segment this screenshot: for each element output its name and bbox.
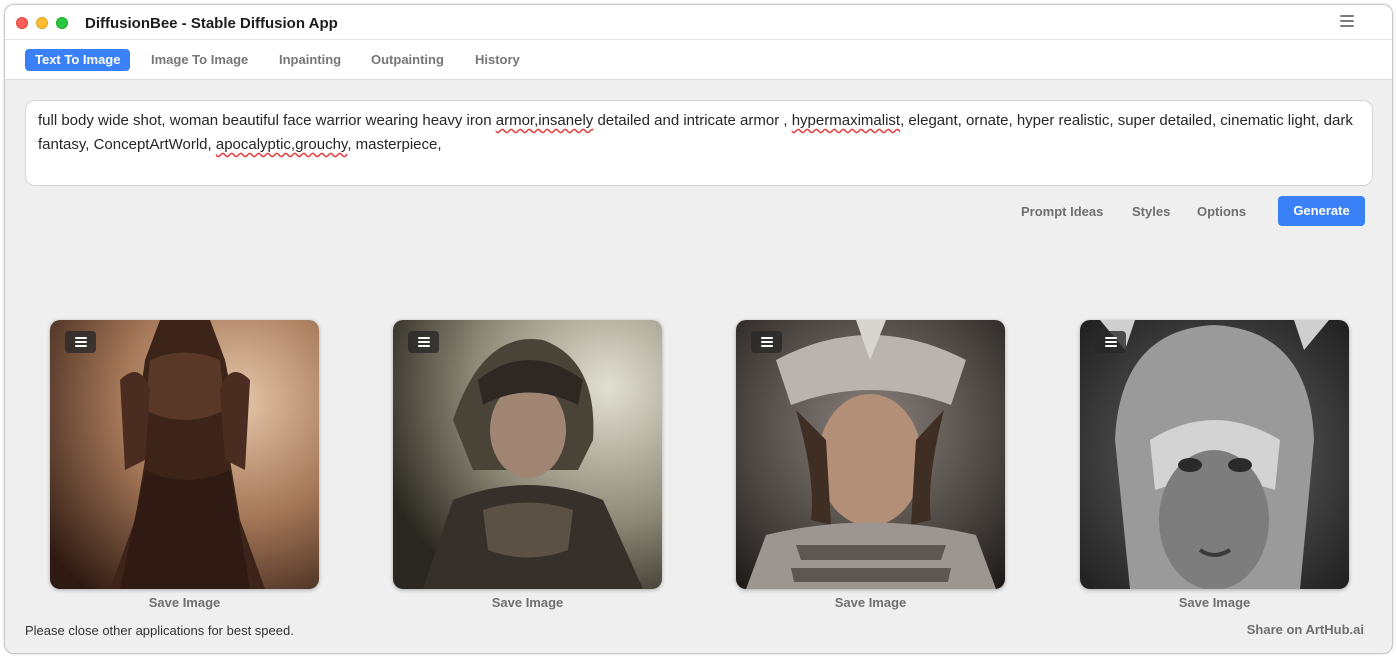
options-button[interactable]: Options [1197, 204, 1246, 219]
tab-history[interactable]: History [465, 49, 530, 71]
title-bar: DiffusionBee - Stable Diffusion App [5, 5, 1392, 40]
app-window: DiffusionBee - Stable Diffusion App Text… [4, 4, 1393, 654]
generated-image[interactable] [736, 320, 1005, 589]
styles-button[interactable]: Styles [1132, 204, 1170, 219]
generate-button[interactable]: Generate [1278, 196, 1365, 226]
generated-image[interactable] [1080, 320, 1349, 589]
tab-inpainting[interactable]: Inpainting [269, 49, 351, 71]
window-title: DiffusionBee - Stable Diffusion App [85, 15, 338, 32]
generated-image-card [736, 320, 1005, 589]
minimize-window-button[interactable] [36, 17, 48, 29]
prompt-text: detailed and intricate armor , [593, 112, 792, 129]
image-menu-icon[interactable] [408, 331, 439, 353]
generated-image-card [393, 320, 662, 589]
prompt-misspelled-word: hypermaximalist [791, 112, 901, 129]
image-menu-icon[interactable] [751, 331, 782, 353]
generated-image[interactable] [50, 320, 319, 589]
image-menu-icon[interactable] [65, 331, 96, 353]
generated-image-card [1080, 320, 1349, 589]
prompt-misspelled-word: apocalyptic,grouchy [215, 136, 348, 153]
tab-text-to-image[interactable]: Text To Image [25, 49, 131, 71]
image-menu-icon[interactable] [1095, 331, 1126, 353]
generated-image[interactable] [393, 320, 662, 589]
prompt-text: full body wide shot, woman beautiful fac… [38, 112, 496, 129]
prompt-input[interactable]: full body wide shot, woman beautiful fac… [25, 100, 1373, 186]
save-image-button[interactable]: Save Image [1080, 595, 1349, 610]
tab-bar: Text To Image Image To Image Inpainting … [5, 40, 1392, 80]
save-image-button[interactable]: Save Image [50, 595, 319, 610]
tab-image-to-image[interactable]: Image To Image [141, 49, 258, 71]
status-message: Please close other applications for best… [25, 623, 294, 638]
maximize-window-button[interactable] [56, 17, 68, 29]
generated-image-card [50, 320, 319, 589]
tab-outpainting[interactable]: Outpainting [361, 49, 454, 71]
close-window-button[interactable] [16, 17, 28, 29]
prompt-misspelled-word: armor,insanely [495, 112, 594, 129]
prompt-ideas-button[interactable]: Prompt Ideas [1021, 204, 1103, 219]
share-arthub-link[interactable]: Share on ArtHub.ai [1247, 622, 1364, 637]
save-image-button[interactable]: Save Image [736, 595, 1005, 610]
save-image-button[interactable]: Save Image [393, 595, 662, 610]
prompt-text: , masterpiece, [347, 136, 442, 153]
hamburger-menu-icon[interactable] [1340, 15, 1354, 27]
